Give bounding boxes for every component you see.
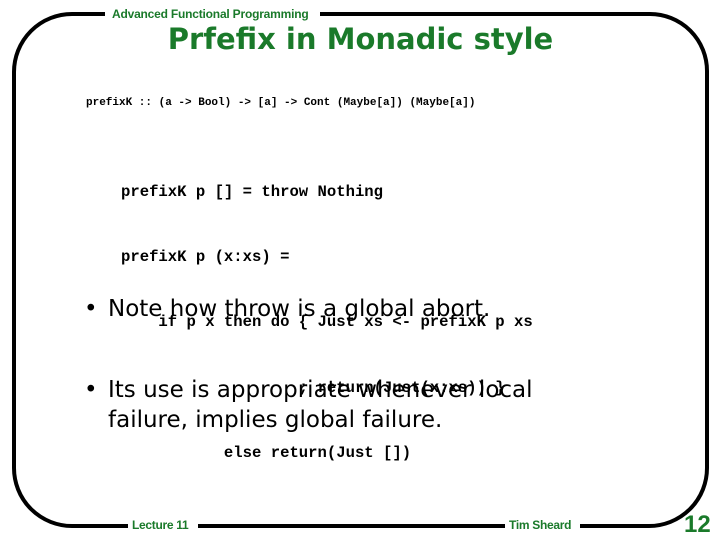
code-line: else return(Just []) <box>121 444 412 463</box>
bullet-text: Its use is appropriate whenever local fa… <box>108 377 533 433</box>
footer-author: Tim Sheard <box>505 518 576 532</box>
frame-top-left-corner <box>12 12 128 528</box>
bullet-marker: • <box>84 377 98 403</box>
code-line: prefixK p [] = throw Nothing <box>121 182 384 201</box>
bullet-text: Note how throw is a global abort. <box>108 296 491 322</box>
bullet-marker: • <box>84 296 98 322</box>
course-name: Advanced Functional Programming <box>108 7 313 21</box>
bullet-item: • Its use is appropriate whenever local … <box>84 375 584 435</box>
footer-lecture: Lecture 11 <box>128 518 193 532</box>
type-signature: prefixK :: (a -> Bool) -> [a] -> Cont (M… <box>86 97 476 109</box>
code-line: prefixK p (x:xs) = <box>121 247 290 266</box>
slide-title: Prfefix in Monadic style <box>167 22 554 56</box>
page-number: 12 <box>684 511 711 538</box>
bullet-item: • Note how throw is a global abort. <box>84 294 584 324</box>
